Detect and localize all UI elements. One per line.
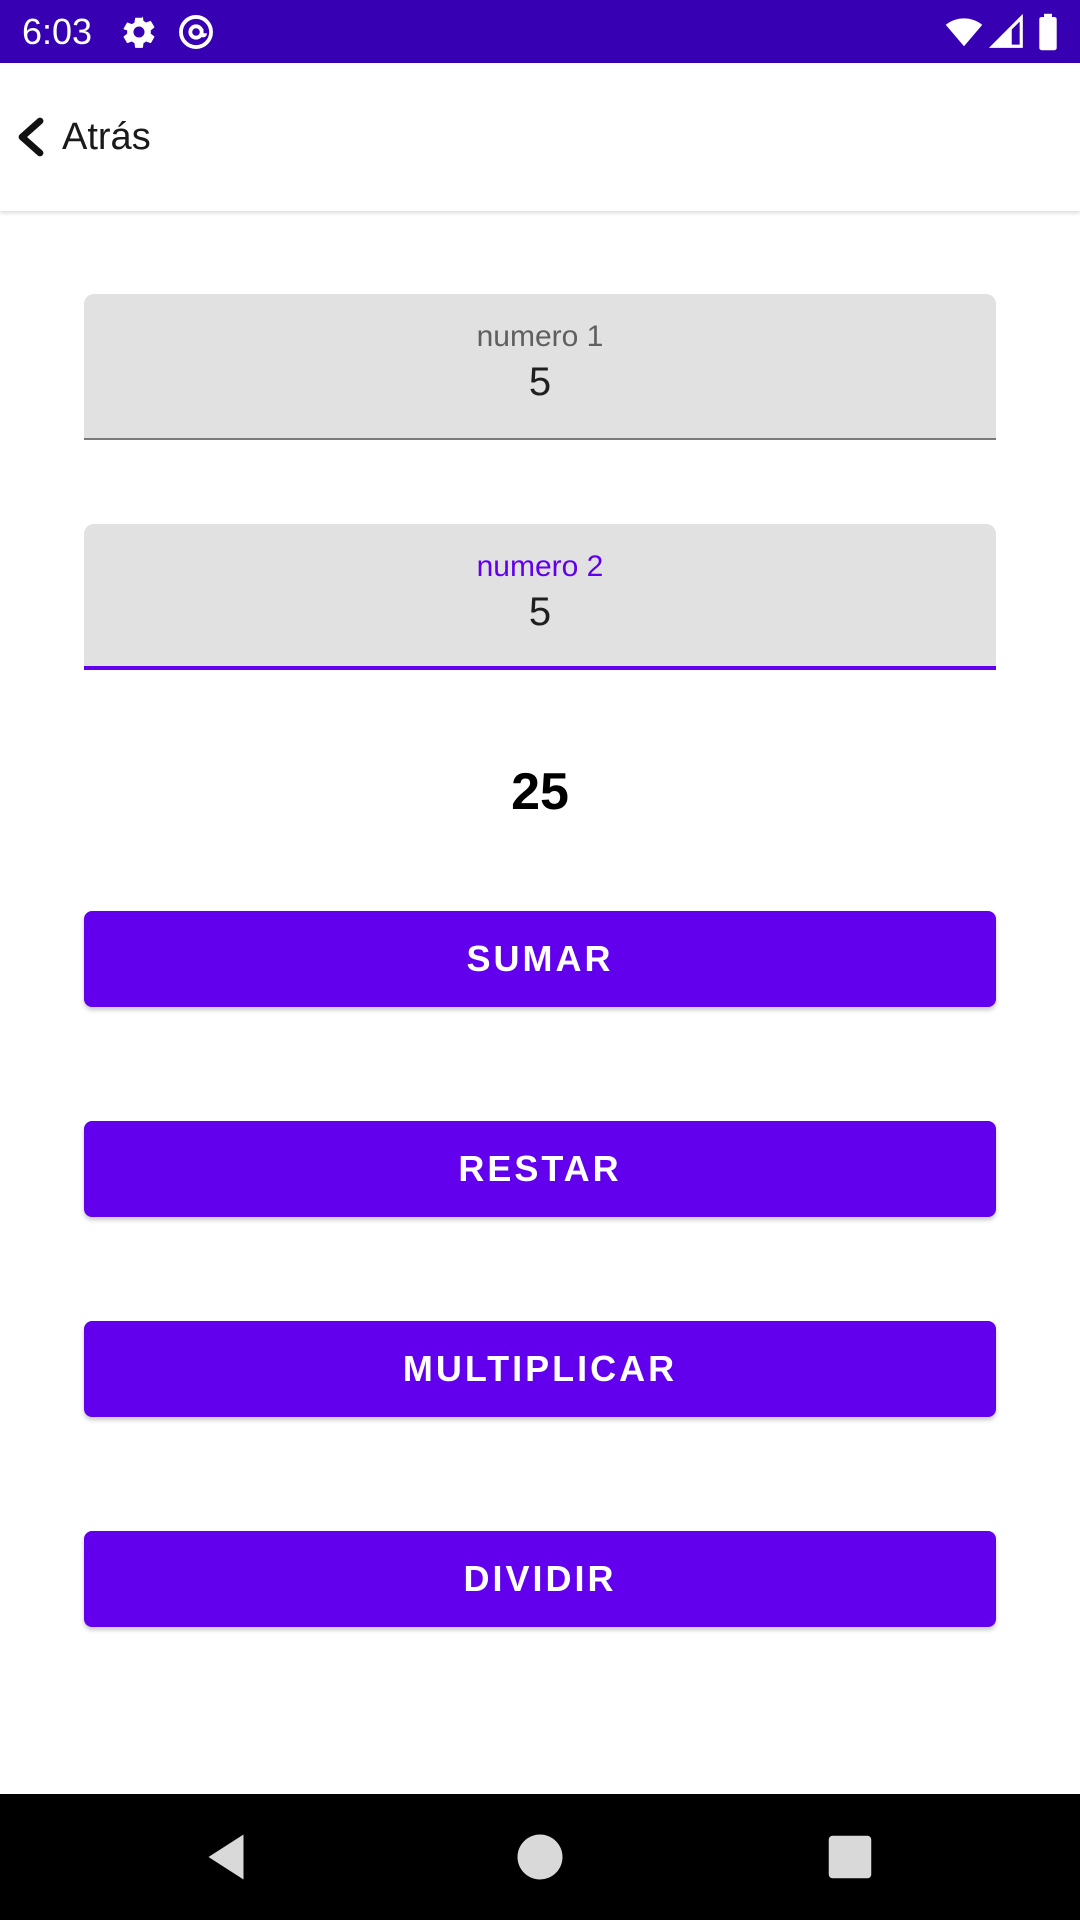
back-label: Atrás bbox=[62, 115, 151, 158]
chevron-left-icon bbox=[14, 117, 48, 157]
app-bar: Atrás bbox=[0, 63, 1080, 211]
sumar-button[interactable]: SUMAR bbox=[84, 911, 996, 1007]
back-triangle-icon[interactable] bbox=[196, 1827, 256, 1887]
screen: 6:03 Atrás numero 1 5 numero 2 5 25 SUMA… bbox=[0, 0, 1080, 1920]
settings-gear-icon bbox=[120, 13, 158, 51]
navigation-bar bbox=[0, 1794, 1080, 1920]
numero-1-label: numero 1 bbox=[476, 320, 604, 353]
status-bar: 6:03 bbox=[0, 0, 1080, 63]
cell-signal-icon bbox=[988, 13, 1026, 51]
back-button[interactable]: Atrás bbox=[14, 103, 165, 171]
numero-2-input[interactable]: 5 bbox=[84, 590, 996, 635]
recents-square-icon[interactable] bbox=[820, 1827, 880, 1887]
dividir-button[interactable]: DIVIDIR bbox=[84, 1531, 996, 1627]
battery-icon bbox=[1036, 13, 1060, 51]
numero-2-field[interactable]: numero 2 5 bbox=[84, 524, 996, 670]
at-sign-icon bbox=[177, 13, 215, 51]
numero-1-field[interactable]: numero 1 5 bbox=[84, 294, 996, 440]
numero-2-label: numero 2 bbox=[476, 550, 604, 583]
restar-button[interactable]: RESTAR bbox=[84, 1121, 996, 1217]
multiplicar-button[interactable]: MULTIPLICAR bbox=[84, 1321, 996, 1417]
home-circle-icon[interactable] bbox=[510, 1827, 570, 1887]
result-text: 25 bbox=[511, 763, 569, 821]
status-time: 6:03 bbox=[22, 11, 93, 52]
numero-1-input[interactable]: 5 bbox=[84, 360, 996, 405]
wifi-icon bbox=[944, 13, 984, 51]
